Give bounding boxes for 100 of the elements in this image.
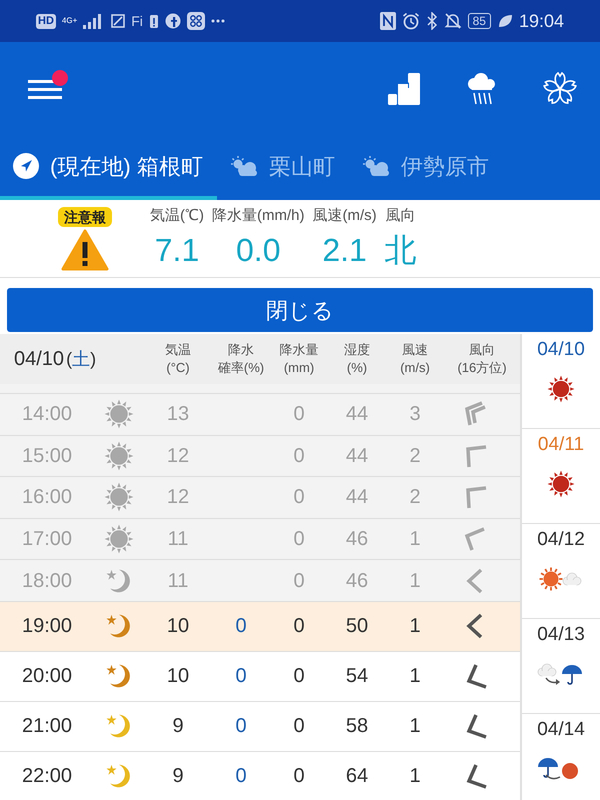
column-header: 降水 確率(%) <box>216 341 266 377</box>
wind-speed-cell-text: 1 <box>409 714 421 740</box>
precipitation-cell-text: 0 <box>293 764 305 790</box>
wind-speed-cell-text: 1 <box>409 527 421 552</box>
precipitation-cell-text: 0 <box>293 527 305 552</box>
day-date: 04/10 <box>537 338 585 362</box>
sun-icon <box>104 482 134 512</box>
sun-cloud-icon <box>360 155 391 177</box>
temperature-cell-text: 9 <box>172 764 184 790</box>
time-cell-text: 22:00 <box>22 764 72 790</box>
temperature-cell-text: 13 <box>166 402 190 428</box>
precipitation-cell-text: 0 <box>293 444 305 469</box>
column-header: 降水量 (mm) <box>278 341 320 377</box>
day-date: 04/11 <box>538 433 584 457</box>
location-tab[interactable]: (現在地) 箱根町 <box>0 136 217 200</box>
day-date: 04/13 <box>537 623 585 647</box>
app-notification-icon <box>111 14 126 28</box>
bell-off-icon <box>444 12 462 30</box>
warning-icon <box>61 228 109 270</box>
precipitation-cell-text: 0 <box>293 485 305 510</box>
daily-forecast-item[interactable]: 04/10 <box>522 334 600 429</box>
close-button[interactable]: 閉じる <box>7 288 593 332</box>
reading-value: 0.0 <box>236 230 280 270</box>
precipitation-cell-text: 0 <box>293 402 305 428</box>
wind-speed-cell-text: 1 <box>409 764 421 790</box>
humidity-cell-text: 64 <box>346 764 368 790</box>
temperature-cell-text: 10 <box>166 664 190 690</box>
table-date: 04/10 <box>14 347 64 372</box>
network-type: 4G+ <box>62 17 78 25</box>
precipitation-cell-text: 0 <box>293 614 305 640</box>
time-cell-text: 18:00 <box>22 568 72 594</box>
humidity-cell-text: 54 <box>346 664 368 690</box>
bluetooth-icon <box>426 12 438 30</box>
time-cell-text: 16:00 <box>22 485 72 510</box>
flower-icon[interactable] <box>542 71 578 107</box>
temperature-cell-text: 12 <box>166 485 190 510</box>
sun-cloud-icon <box>228 155 259 177</box>
wind-speed-cell-text: 3 <box>409 402 421 428</box>
daily-forecast-item[interactable]: 04/12 <box>522 524 600 619</box>
precipitation-cell-text: 0 <box>293 664 305 690</box>
humidity-cell-text: 46 <box>346 568 368 594</box>
column-header: 風速 (m/s) <box>399 341 431 377</box>
time-cell-text: 15:00 <box>22 444 72 469</box>
battery-indicator: 85 <box>468 13 491 29</box>
humidity-cell-text: 44 <box>346 444 368 469</box>
day-date: 04/14 <box>537 718 585 742</box>
hd-indicator: HD <box>36 14 56 28</box>
grid-app-icon <box>186 12 205 30</box>
time-cell-text: 20:00 <box>22 664 72 690</box>
precipitation-chance-cell-text: 0 <box>235 714 247 740</box>
wind-speed-cell-text: 2 <box>409 444 421 469</box>
sun-icon <box>104 524 134 554</box>
sun-icon <box>104 440 134 471</box>
humidity-cell-text: 50 <box>346 614 368 640</box>
time-cell-text: 14:00 <box>22 402 72 428</box>
reading-value: 2.1 <box>322 230 367 270</box>
weekday: (土) <box>66 348 96 371</box>
reading-label: 風速(m/s) <box>312 206 377 226</box>
temperature-cell-text: 9 <box>172 714 184 740</box>
sun-icon <box>104 399 134 430</box>
temperature-cell-text: 11 <box>168 527 188 552</box>
daily-forecast-item[interactable]: 04/14 <box>522 714 600 800</box>
sun-icon <box>547 470 575 498</box>
precipitation-chance-cell-text: 0 <box>235 664 247 690</box>
alert-badge: 注意報 <box>58 206 112 226</box>
time-cell-text: 21:00 <box>22 714 72 740</box>
wind-speed-cell-text: 1 <box>409 568 421 594</box>
daily-forecast-item[interactable]: 04/13 <box>522 619 600 714</box>
reading-label: 風向 <box>386 206 416 226</box>
alarm-icon <box>402 12 420 30</box>
temperature-cell-text: 10 <box>166 614 190 640</box>
column-header: 湿度 (%) <box>343 341 371 377</box>
temperature-cell-text: 11 <box>168 568 188 594</box>
humidity-cell-text: 58 <box>346 714 368 740</box>
wind-speed-cell-text: 2 <box>409 485 421 510</box>
location-tab[interactable]: 伊勢原市 <box>348 136 503 200</box>
nfc-icon <box>380 12 396 30</box>
steps-icon[interactable] <box>386 71 422 107</box>
precipitation-chance-cell-text: 0 <box>235 614 247 640</box>
precipitation-cell-text: 0 <box>293 568 305 594</box>
battery-alert-icon <box>148 13 159 29</box>
daily-forecast-item[interactable]: 04/11 <box>522 429 600 524</box>
round-app-icon <box>164 13 181 29</box>
clock: 19:04 <box>518 10 564 32</box>
time-cell-text: 19:00 <box>22 614 72 640</box>
day-date: 04/12 <box>537 528 585 552</box>
humidity-cell-text: 44 <box>346 402 368 428</box>
leaf-icon <box>496 13 513 29</box>
wind-speed-cell-text: 1 <box>409 664 421 690</box>
sun-icon <box>547 374 575 402</box>
more-icon <box>210 19 225 23</box>
wifi-label: Fi <box>131 12 143 30</box>
precipitation-cell-text: 0 <box>293 714 305 740</box>
location-tab[interactable]: 栗山町 <box>216 136 349 200</box>
time-cell-text: 17:00 <box>22 527 72 552</box>
humidity-cell-text: 46 <box>346 527 368 552</box>
reading-value: 北 <box>384 230 417 270</box>
reading-label: 気温(℃) <box>150 206 204 226</box>
column-header: 気温 (°C) <box>164 341 192 377</box>
temperature-cell-text: 12 <box>166 444 190 469</box>
